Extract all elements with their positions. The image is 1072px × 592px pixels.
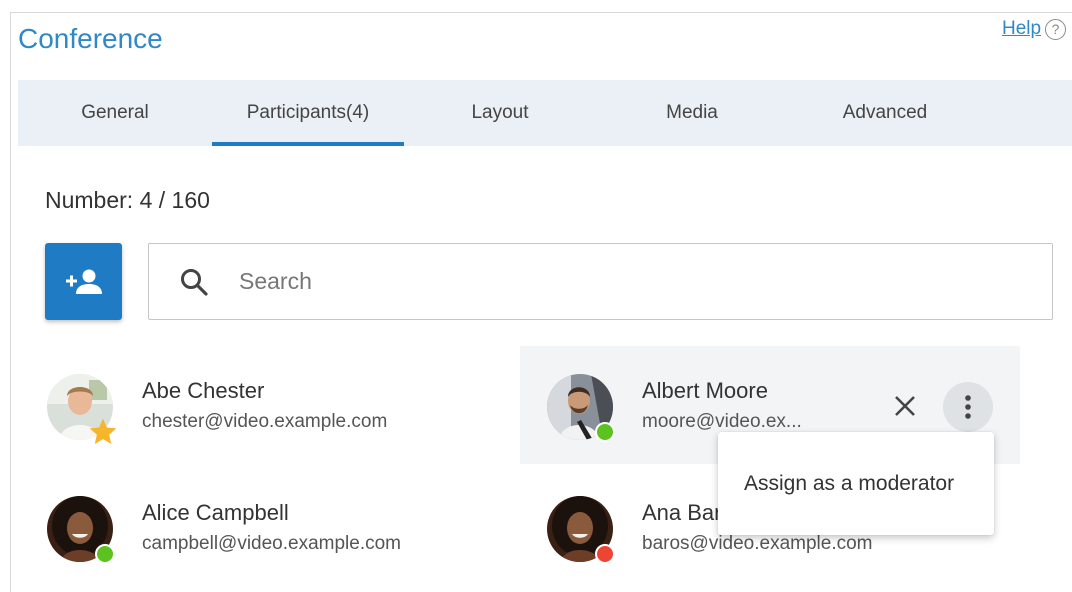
participant-email: campbell@video.example.com: [142, 533, 402, 554]
participant-count: Number: 4 / 160: [45, 187, 210, 213]
avatar: [47, 496, 115, 564]
tab-general[interactable]: General: [18, 80, 212, 146]
assign-moderator-menu-item[interactable]: Assign as a moderator: [718, 454, 994, 514]
participant-email: moore@video.ex...: [642, 411, 802, 432]
participant-name: Ana Bar: [642, 500, 722, 525]
participant-card[interactable]: Alice Campbell campbell@video.example.co…: [20, 468, 520, 586]
search-icon-wrap: [149, 267, 239, 297]
avatar: [547, 374, 615, 442]
close-icon: [895, 396, 915, 416]
moderator-star-icon: [89, 418, 117, 444]
search-field[interactable]: [148, 243, 1053, 320]
add-participant-button[interactable]: [45, 243, 122, 320]
participant-name: Alice Campbell: [142, 500, 289, 525]
help-circle-icon[interactable]: ?: [1045, 18, 1067, 40]
help-link[interactable]: Help: [1002, 18, 1041, 40]
more-options-button[interactable]: [943, 382, 993, 432]
tab-layout[interactable]: Layout: [404, 80, 596, 146]
tab-media[interactable]: Media: [596, 80, 788, 146]
tab-participants[interactable]: Participants(4): [212, 80, 404, 146]
more-vertical-icon: [965, 395, 971, 419]
participant-context-menu: Assign as a moderator: [718, 432, 994, 535]
tab-advanced[interactable]: Advanced: [788, 80, 982, 146]
tab-bar: General Participants(4) Layout Media Adv…: [18, 80, 1072, 146]
search-icon: [181, 268, 208, 296]
avatar: [47, 374, 117, 444]
participant-email: chester@video.example.com: [142, 411, 388, 432]
participant-email: baros@video.example.com: [642, 533, 873, 554]
participant-name: Abe Chester: [142, 378, 265, 403]
online-status-dot: [95, 544, 115, 564]
avatar: [547, 496, 615, 564]
remove-participant-button[interactable]: [884, 385, 926, 427]
page-title: Conference: [18, 23, 163, 54]
person-add-icon: [65, 269, 102, 294]
search-input[interactable]: [239, 268, 999, 295]
help-area: Help ?: [1002, 18, 1067, 40]
online-status-dot: [595, 422, 615, 442]
participant-card[interactable]: Abe Chester chester@video.example.com: [20, 346, 520, 464]
participant-name: Albert Moore: [642, 378, 768, 403]
busy-status-dot: [595, 544, 615, 564]
